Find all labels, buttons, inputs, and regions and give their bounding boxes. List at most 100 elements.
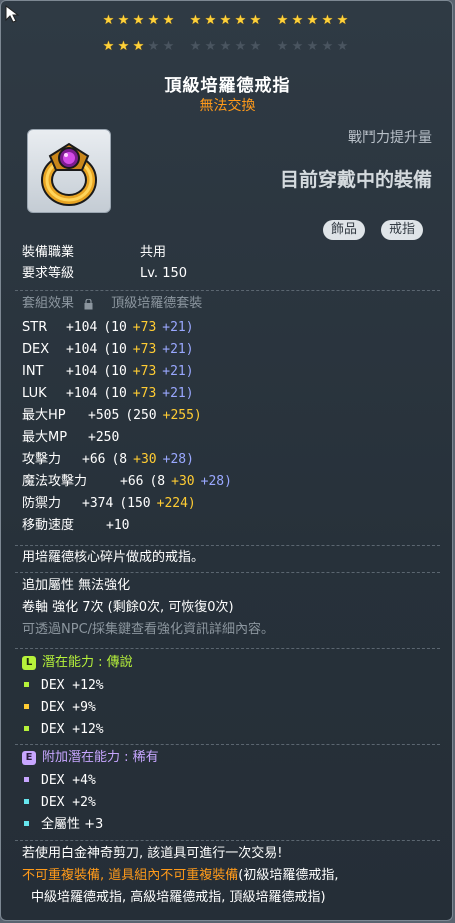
star-force-row-1: ★ ★ ★ ★ ★ ★ ★ ★ ★ ★ ★ ★ ★ ★ ★ — [101, 14, 362, 30]
stat-base: (150 — [119, 496, 151, 511]
star-icon: ★ — [204, 13, 217, 28]
tag-accessory: 飾品 — [323, 220, 366, 240]
potential-line: DEX +12% — [22, 677, 104, 695]
stat-flame-bonus: +21) — [162, 342, 194, 357]
stat-base: (10 — [103, 386, 127, 401]
stat-total: +104 — [66, 320, 98, 335]
potential-title: 潛在能力 : 傳說 — [42, 655, 133, 670]
stat-scroll-bonus: +30 — [171, 474, 195, 489]
item-tooltip: ★ ★ ★ ★ ★ ★ ★ ★ ★ ★ ★ ★ ★ ★ ★ ★ ★ ★ ★ ★ ★ ★ ★ ★ ★ ★ ★ ★ ★ ★ 頂級培羅… — [0, 0, 453, 921]
hand-cursor-icon — [5, 5, 20, 23]
stat-label: 攻擊力 — [22, 452, 62, 467]
stat-total: +104 — [66, 386, 98, 401]
empty-star-icon: ★ — [234, 39, 247, 54]
divider — [15, 545, 440, 546]
divider — [15, 744, 440, 745]
stat-scroll-bonus: +73 — [132, 342, 157, 357]
stat-base: (10 — [103, 342, 127, 357]
set-effect: 套組效果 頂級培羅德套裝 — [22, 295, 202, 313]
bullet-icon — [24, 682, 29, 687]
empty-star-icon: ★ — [219, 39, 232, 54]
stat-flame-bonus: +28) — [162, 452, 194, 467]
star-icon: ★ — [162, 13, 175, 28]
empty-star-icon: ★ — [291, 39, 304, 54]
empty-star-icon: ★ — [249, 39, 262, 54]
job-value: 共用 — [140, 245, 167, 260]
star-icon: ★ — [336, 13, 349, 28]
level-requirement: 要求等級 Lv. 150 — [22, 265, 187, 283]
additional-potential-line: DEX +4% — [22, 772, 96, 790]
stat-total: +66 — [82, 452, 106, 467]
stat-flame-bonus: +21) — [162, 364, 194, 379]
empty-star-icon: ★ — [306, 39, 319, 54]
stat-scroll-bonus: +73 — [132, 386, 157, 401]
stat-label: DEX — [22, 342, 50, 357]
star-group: ★ ★ ★ ★ ★ — [275, 14, 350, 30]
stat-label: 魔法攻擊力 — [22, 474, 88, 489]
stat-row: INT +104 (10 +73 +21) — [22, 363, 200, 381]
divider — [15, 840, 440, 841]
item-name: 頂級培羅德戒指 — [164, 76, 291, 96]
empty-star-icon: ★ — [336, 39, 349, 54]
star-group: ★ ★ ★ ★ ★ — [188, 40, 263, 56]
star-force-row-2: ★ ★ ★ ★ ★ ★ ★ ★ ★ ★ ★ ★ ★ ★ ★ — [101, 40, 362, 56]
stat-scroll-bonus: +73 — [132, 320, 157, 335]
additional-potential-header: E 附加潛在能力 : 稀有 — [22, 749, 159, 767]
stat-row: 攻擊力 +66 (8 +30 +28) — [22, 451, 200, 469]
scroll-upgrade-line: 卷軸 強化 7次 (剩餘0次, 可恢復0次) — [22, 600, 234, 615]
stat-total: +10 — [106, 518, 130, 533]
star-group: ★ ★ ★ ★ ★ — [275, 40, 350, 56]
star-group: ★ ★ ★ ★ ★ — [188, 14, 263, 30]
equip-restriction-list: 中級培羅德戒指, 高級培羅德戒指, 頂級培羅德戒指) — [31, 890, 326, 905]
stat-row: 最大MP +250 — [22, 429, 143, 447]
stat-row: 魔法攻擊力 +66 (8 +30 +28) — [22, 473, 238, 491]
stat-label: 移動速度 — [22, 518, 75, 533]
job-label: 裝備職業 — [22, 245, 75, 260]
stat-flame-bonus: +21) — [162, 386, 194, 401]
stat-label: 防禦力 — [22, 496, 62, 511]
divider — [15, 290, 440, 291]
divider — [15, 648, 440, 649]
stat-row: 移動速度 +10 — [22, 517, 153, 535]
stat-row: 最大HP +505 (250 +255) — [22, 407, 214, 425]
empty-star-icon: ★ — [147, 39, 160, 54]
ring-icon — [41, 142, 97, 206]
stat-base: (10 — [103, 364, 127, 379]
potential-line: DEX +9% — [22, 699, 96, 717]
set-label: 套組效果 — [22, 296, 75, 311]
stat-total: +66 — [120, 474, 144, 489]
item-description: 用培羅德核心碎片做成的戒指。 — [22, 550, 205, 565]
stat-flame-bonus: +28) — [200, 474, 232, 489]
divider — [15, 572, 440, 573]
equipped-status: 目前穿戴中的裝備 — [279, 169, 432, 191]
empty-star-icon: ★ — [276, 39, 289, 54]
star-icon: ★ — [117, 13, 130, 28]
potential-header: L 潛在能力 : 傳說 — [22, 654, 133, 672]
star-icon: ★ — [102, 13, 115, 28]
legendary-badge-icon: L — [22, 655, 36, 670]
trade-status: 無法交換 — [199, 98, 256, 114]
star-group: ★ ★ ★ ★ ★ — [101, 40, 176, 56]
stat-total: +104 — [66, 364, 98, 379]
star-icon: ★ — [132, 13, 145, 28]
bullet-icon — [24, 821, 29, 826]
stat-flame-bonus: +21) — [162, 320, 194, 335]
potential-line: DEX +12% — [22, 721, 104, 739]
bullet-icon — [24, 777, 29, 782]
scissors-note: 若使用白金神奇剪刀, 該道具可進行一次交易! — [22, 846, 283, 861]
stat-total: +250 — [88, 430, 120, 445]
stat-total: +104 — [66, 342, 98, 357]
stat-row: 防禦力 +374 (150 +224) — [22, 495, 208, 513]
stat-base: (8 — [111, 452, 128, 467]
stat-total: +374 — [82, 496, 114, 511]
star-icon: ★ — [132, 39, 145, 54]
stat-row: STR +104 (10 +73 +21) — [22, 319, 200, 337]
extra-option-line: 追加屬性 無法強化 — [22, 578, 131, 593]
additional-potential-line: DEX +2% — [22, 794, 96, 812]
star-icon: ★ — [291, 13, 304, 28]
star-group: ★ ★ ★ ★ ★ — [101, 14, 176, 30]
star-icon: ★ — [234, 13, 247, 28]
combat-power-label: 戰鬥力提升量 — [348, 130, 432, 146]
star-icon: ★ — [321, 13, 334, 28]
npc-hint: 可透過NPC/採集鍵查看強化資訊詳細內容。 — [22, 622, 275, 637]
